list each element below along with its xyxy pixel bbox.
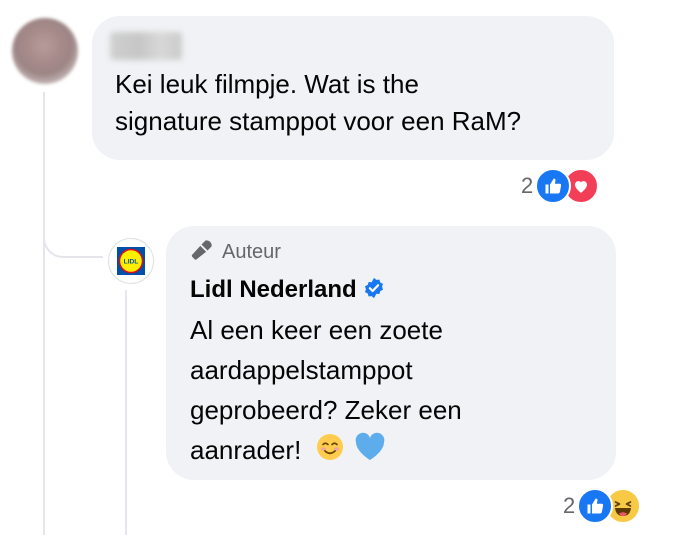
reply-text-line: geprobeerd? Zeker een — [190, 395, 462, 425]
lidl-logo-icon: LIDL — [117, 247, 145, 275]
microphone-icon — [190, 238, 214, 267]
reply-reactions[interactable]: 2 — [563, 488, 642, 524]
thread-line-reply — [125, 290, 127, 535]
reply-text-line-last: aanrader! — [190, 430, 462, 473]
reply-text-line: Al een keer een zoete — [190, 315, 443, 345]
like-icon — [577, 488, 614, 524]
like-icon — [535, 168, 572, 204]
author-badge-label: Auteur — [222, 241, 281, 263]
comment-text-line: Kei leuk filmpje. Wat is the — [115, 69, 419, 99]
lidl-avatar[interactable]: LIDL — [108, 238, 154, 284]
thread-line-branch — [43, 192, 103, 258]
reply-author[interactable]: Lidl Nederland — [190, 276, 385, 304]
reaction-count: 2 — [563, 493, 576, 518]
thread-line-main — [43, 92, 45, 535]
verified-badge-icon — [363, 277, 385, 304]
reply-text: Al een keer een zoete aardappelstamppot … — [190, 310, 462, 473]
comment-text: Kei leuk filmpje. Wat is the signature s… — [115, 66, 521, 140]
blue-heart-icon — [354, 432, 386, 473]
commenter-avatar[interactable] — [12, 18, 78, 84]
author-badge: Auteur — [190, 238, 281, 267]
comment-reactions[interactable]: 2 — [521, 168, 600, 204]
reaction-count: 2 — [521, 173, 534, 198]
reply-author-name[interactable]: Lidl Nederland — [190, 276, 357, 304]
smiling-face-icon — [315, 432, 345, 473]
comment-text-line: signature stamppot voor een RaM? — [115, 106, 522, 136]
svg-text:LIDL: LIDL — [124, 259, 139, 266]
reply-text-line: aardappelstamppot — [190, 355, 413, 385]
reply-text-line: aanrader! — [190, 435, 302, 465]
commenter-name-redacted[interactable] — [110, 32, 182, 60]
